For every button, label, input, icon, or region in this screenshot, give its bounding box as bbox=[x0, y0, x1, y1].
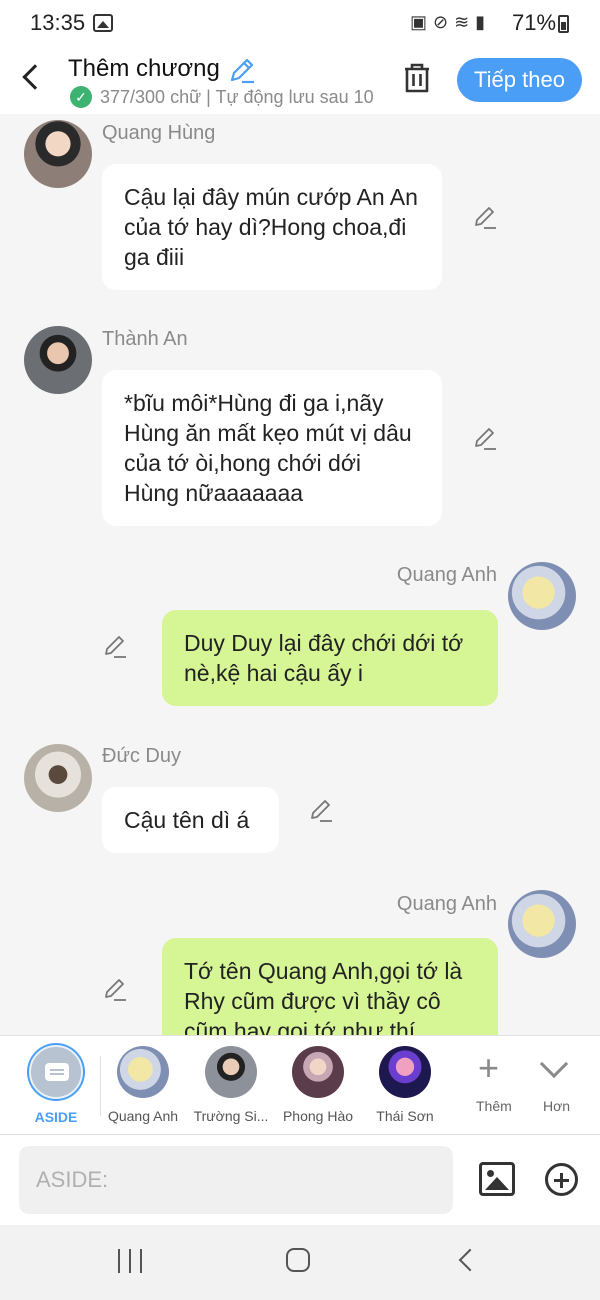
message-input[interactable] bbox=[19, 1146, 453, 1214]
next-button[interactable]: Tiếp theo bbox=[457, 58, 582, 102]
editor-header: Thêm chương ✓ 377/300 chữ | Tự động lưu … bbox=[0, 48, 600, 114]
aside-label[interactable]: ASIDE bbox=[28, 1109, 84, 1125]
status-bar: 13:35 ▣⊘≋▮ 71% bbox=[0, 0, 600, 48]
message-bubble[interactable]: Tớ tên Quang Anh,gọi tớ là Rhy cũm được … bbox=[162, 938, 498, 1035]
input-bar bbox=[0, 1135, 600, 1225]
character-name: Phong Hào bbox=[282, 1108, 354, 1124]
character-name: Trường Si... bbox=[193, 1108, 269, 1124]
avatar-quang-anh[interactable] bbox=[508, 890, 576, 958]
speaker-name: Đức Duy bbox=[102, 745, 181, 767]
add-circle-icon[interactable] bbox=[545, 1163, 578, 1196]
edit-message-icon[interactable] bbox=[472, 425, 498, 451]
message-bubble[interactable]: Cậu tên dì á bbox=[102, 787, 279, 853]
recent-apps-icon[interactable] bbox=[118, 1249, 142, 1273]
character-phong-hao[interactable]: Phong Hào bbox=[273, 1046, 363, 1124]
avatar-duc-duy[interactable] bbox=[24, 744, 92, 812]
aside-chat-icon[interactable] bbox=[29, 1045, 83, 1099]
more-label[interactable]: Hơn bbox=[543, 1098, 570, 1114]
battery-icon bbox=[558, 15, 569, 33]
gallery-notification-icon bbox=[93, 14, 113, 32]
message-bubble[interactable]: Duy Duy lại đây chới dới tớ nè,kệ hai cậ… bbox=[162, 610, 498, 706]
system-nav-bar bbox=[0, 1225, 600, 1300]
message-bubble[interactable]: *bĩu môi*Hùng đi ga i,nãy Hùng ăn mất kẹ… bbox=[102, 370, 442, 526]
word-count-autosave: 377/300 chữ | Tự động lưu sau 10 bbox=[100, 87, 374, 107]
edit-message-icon[interactable] bbox=[308, 797, 334, 823]
speaker-name: Quang Anh bbox=[396, 893, 497, 915]
saved-check-icon: ✓ bbox=[70, 86, 92, 108]
back-icon[interactable] bbox=[458, 1248, 482, 1272]
add-character-icon[interactable]: + bbox=[478, 1050, 499, 1086]
character-name: Quang Anh bbox=[107, 1108, 179, 1124]
edit-message-icon[interactable] bbox=[102, 976, 128, 1002]
character-name: Thái Sơn bbox=[376, 1108, 434, 1124]
chat-area[interactable]: Quang Hùng Cậu lại đây mún cướp An An củ… bbox=[0, 114, 600, 1035]
status-time: 13:35 bbox=[30, 10, 86, 35]
speaker-name: Quang Hùng bbox=[102, 122, 216, 144]
avatar bbox=[205, 1046, 257, 1098]
trash-icon[interactable] bbox=[402, 62, 432, 94]
avatar-quang-anh[interactable] bbox=[508, 562, 576, 630]
battery-percent: 71% bbox=[512, 10, 557, 35]
character-thai-son[interactable]: Thái Sơn bbox=[360, 1046, 450, 1124]
avatar-thanh-an[interactable] bbox=[24, 326, 92, 394]
image-icon[interactable] bbox=[479, 1162, 515, 1196]
avatar bbox=[117, 1046, 169, 1098]
avatar-quang-hung[interactable] bbox=[24, 120, 92, 188]
edit-title-pencil-icon[interactable] bbox=[228, 56, 256, 84]
chevron-down-icon[interactable] bbox=[539, 1049, 569, 1079]
status-icons: ▣⊘≋▮ bbox=[410, 12, 492, 32]
message-bubble[interactable]: Cậu lại đây mún cướp An An của tớ hay dì… bbox=[102, 164, 442, 290]
home-icon[interactable] bbox=[286, 1248, 310, 1272]
edit-message-icon[interactable] bbox=[472, 204, 498, 230]
avatar bbox=[292, 1046, 344, 1098]
character-quang-anh[interactable]: Quang Anh bbox=[98, 1046, 188, 1124]
character-truong-sinh[interactable]: Trường Si... bbox=[186, 1046, 276, 1124]
page-title: Thêm chương bbox=[68, 55, 220, 82]
add-character-label[interactable]: Thêm bbox=[476, 1098, 512, 1114]
edit-message-icon[interactable] bbox=[102, 633, 128, 659]
speaker-name: Thành An bbox=[102, 328, 188, 350]
avatar bbox=[379, 1046, 431, 1098]
back-arrow-icon[interactable] bbox=[22, 64, 48, 90]
character-selector-bar: ASIDE Quang Anh Trường Si... Phong Hào T… bbox=[0, 1035, 600, 1135]
speaker-name: Quang Anh bbox=[396, 564, 497, 586]
